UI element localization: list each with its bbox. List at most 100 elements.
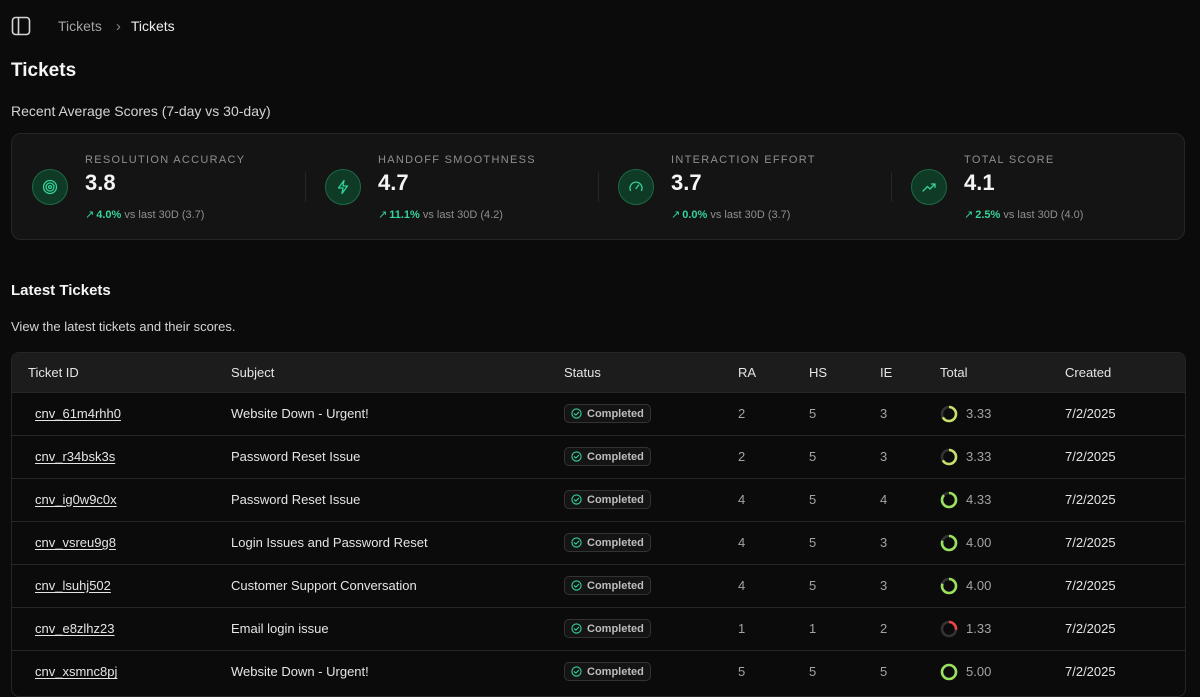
hs-score: 1 [809,621,817,636]
status-badge: Completed [564,404,651,423]
metric-change-percent: 11.1% [389,209,420,221]
ticket-subject: Password Reset Issue [231,492,361,507]
status-badge: Completed [564,576,651,595]
table-row[interactable]: cnv_ig0w9c0x Password Reset Issue Comple… [12,478,1185,521]
score-ring-icon [940,534,958,551]
created-date: 7/2/2025 [1065,492,1116,507]
ra-score: 4 [738,492,746,507]
total-score-value: 3.33 [966,449,992,464]
breadcrumb-item-tickets-current: Tickets [130,18,175,34]
column-header-created[interactable]: Created [1065,353,1185,392]
tickets-table-container: Ticket ID Subject Status RA HS IE Total … [11,352,1186,697]
hs-score: 5 [809,406,817,421]
check-circle-icon [571,666,582,677]
score-ring-icon [940,448,958,465]
status-badge: Completed [564,533,651,552]
column-header-ie[interactable]: IE [880,353,940,392]
breadcrumb: Tickets › Tickets [58,18,175,35]
tickets-table: Ticket ID Subject Status RA HS IE Total … [12,353,1185,693]
table-row[interactable]: cnv_e8zlhz23 Email login issue Completed… [12,607,1185,650]
column-header-hs[interactable]: HS [809,353,880,392]
metric-value: 4.7 [378,170,409,195]
gauge-icon [629,181,643,192]
ticket-id-link[interactable]: cnv_ig0w9c0x [35,492,117,507]
ie-score: 3 [880,578,888,593]
metric-label: INTERACTION EFFORT [671,154,816,166]
table-row[interactable]: cnv_vsreu9g8 Login Issues and Password R… [12,521,1185,564]
created-date: 7/2/2025 [1065,664,1116,680]
metric-change: ↗ 0.0% vs last 30D (3.7) [671,208,790,221]
trending-up-icon [922,183,936,192]
ie-score: 3 [880,535,888,550]
breadcrumb-separator: › [115,17,121,35]
hs-score: 5 [809,492,817,507]
score-ring-icon [940,663,958,681]
total-score-cell: 4.33 [940,491,1065,509]
ticket-subject: Password Reset Issue [231,449,361,464]
table-header-row: Ticket ID Subject Status RA HS IE Total … [12,353,1185,392]
status-badge: Completed [564,447,651,466]
metric-change-percent: 2.5% [975,209,1001,221]
created-date: 7/2/2025 [1065,449,1116,464]
sidebar-panel-icon [11,16,31,36]
score-ring-icon [940,620,958,637]
status-text: Completed [587,622,644,635]
total-score-value: 3.33 [966,406,992,421]
metric-comparison: vs last 30D (4.2) [422,209,503,221]
total-score-cell: 4.00 [940,577,1065,595]
metric-resolution-accuracy: RESOLUTION ACCURACY 3.8 ↗ 4.0% vs last 30… [12,134,305,239]
ra-score: 4 [738,578,746,593]
column-header-ra[interactable]: RA [738,353,809,392]
hs-score: 5 [809,578,817,593]
status-text: Completed [587,450,644,463]
total-score-cell: 3.33 [940,448,1065,466]
column-header-status[interactable]: Status [564,353,738,392]
created-date: 7/2/2025 [1065,535,1116,550]
column-header-subject[interactable]: Subject [231,353,564,392]
breadcrumb-item-tickets-root[interactable]: Tickets [58,18,102,34]
metric-change: ↗ 2.5% vs last 30D (4.0) [964,208,1083,221]
hs-score: 5 [809,449,817,464]
metric-interaction-effort: INTERACTION EFFORT 3.7 ↗ 0.0% vs last 30D… [598,134,891,239]
status-text: Completed [587,493,644,506]
ticket-subject: Email login issue [231,621,329,636]
total-score-value: 1.33 [966,621,992,636]
status-text: Completed [587,665,644,678]
metric-label: RESOLUTION ACCURACY [85,154,246,166]
check-circle-icon [571,580,582,591]
metric-change: ↗ 4.0% vs last 30D (3.7) [85,208,204,221]
total-score-cell: 4.00 [940,534,1065,552]
ticket-id-link[interactable]: cnv_lsuhj502 [35,578,111,593]
metric-value: 3.7 [671,170,702,195]
table-row[interactable]: cnv_lsuhj502 Customer Support Conversati… [12,564,1185,607]
ticket-id-link[interactable]: cnv_61m4rhh0 [35,406,121,421]
ticket-id-link[interactable]: cnv_xsmnc8pj [35,664,117,679]
total-score-value: 5.00 [966,664,992,680]
latest-tickets-title: Latest Tickets [11,282,111,299]
ticket-id-link[interactable]: cnv_e8zlhz23 [35,621,115,636]
table-row[interactable]: cnv_61m4rhh0 Website Down - Urgent! Comp… [12,392,1185,435]
created-date: 7/2/2025 [1065,578,1116,593]
target-icon [42,179,58,195]
status-text: Completed [587,536,644,549]
ie-score: 4 [880,492,888,507]
hs-score: 5 [809,664,817,680]
ie-score: 2 [880,621,888,636]
arrow-up-right-icon: ↗ [964,209,974,221]
column-header-ticket-id[interactable]: Ticket ID [12,353,231,392]
table-row[interactable]: cnv_r34bsk3s Password Reset Issue Comple… [12,435,1185,478]
latest-tickets-subtitle: View the latest tickets and their scores… [11,319,236,334]
table-row[interactable]: cnv_xsmnc8pj Website Down - Urgent! Comp… [12,650,1185,693]
ra-score: 5 [738,664,746,680]
ticket-id-link[interactable]: cnv_vsreu9g8 [35,535,116,550]
total-score-value: 4.00 [966,535,992,550]
metric-handoff-smoothness: HANDOFF SMOOTHNESS 4.7 ↗ 11.1% vs last 30… [305,134,598,239]
page-title: Tickets [11,60,77,81]
column-header-total[interactable]: Total [940,353,1065,392]
sidebar-toggle-button[interactable] [10,15,32,37]
ra-score: 2 [738,406,746,421]
ticket-id-link[interactable]: cnv_r34bsk3s [35,449,115,464]
ie-score: 3 [880,406,888,421]
average-scores-panel: RESOLUTION ACCURACY 3.8 ↗ 4.0% vs last 30… [11,133,1185,240]
check-circle-icon [571,537,582,548]
